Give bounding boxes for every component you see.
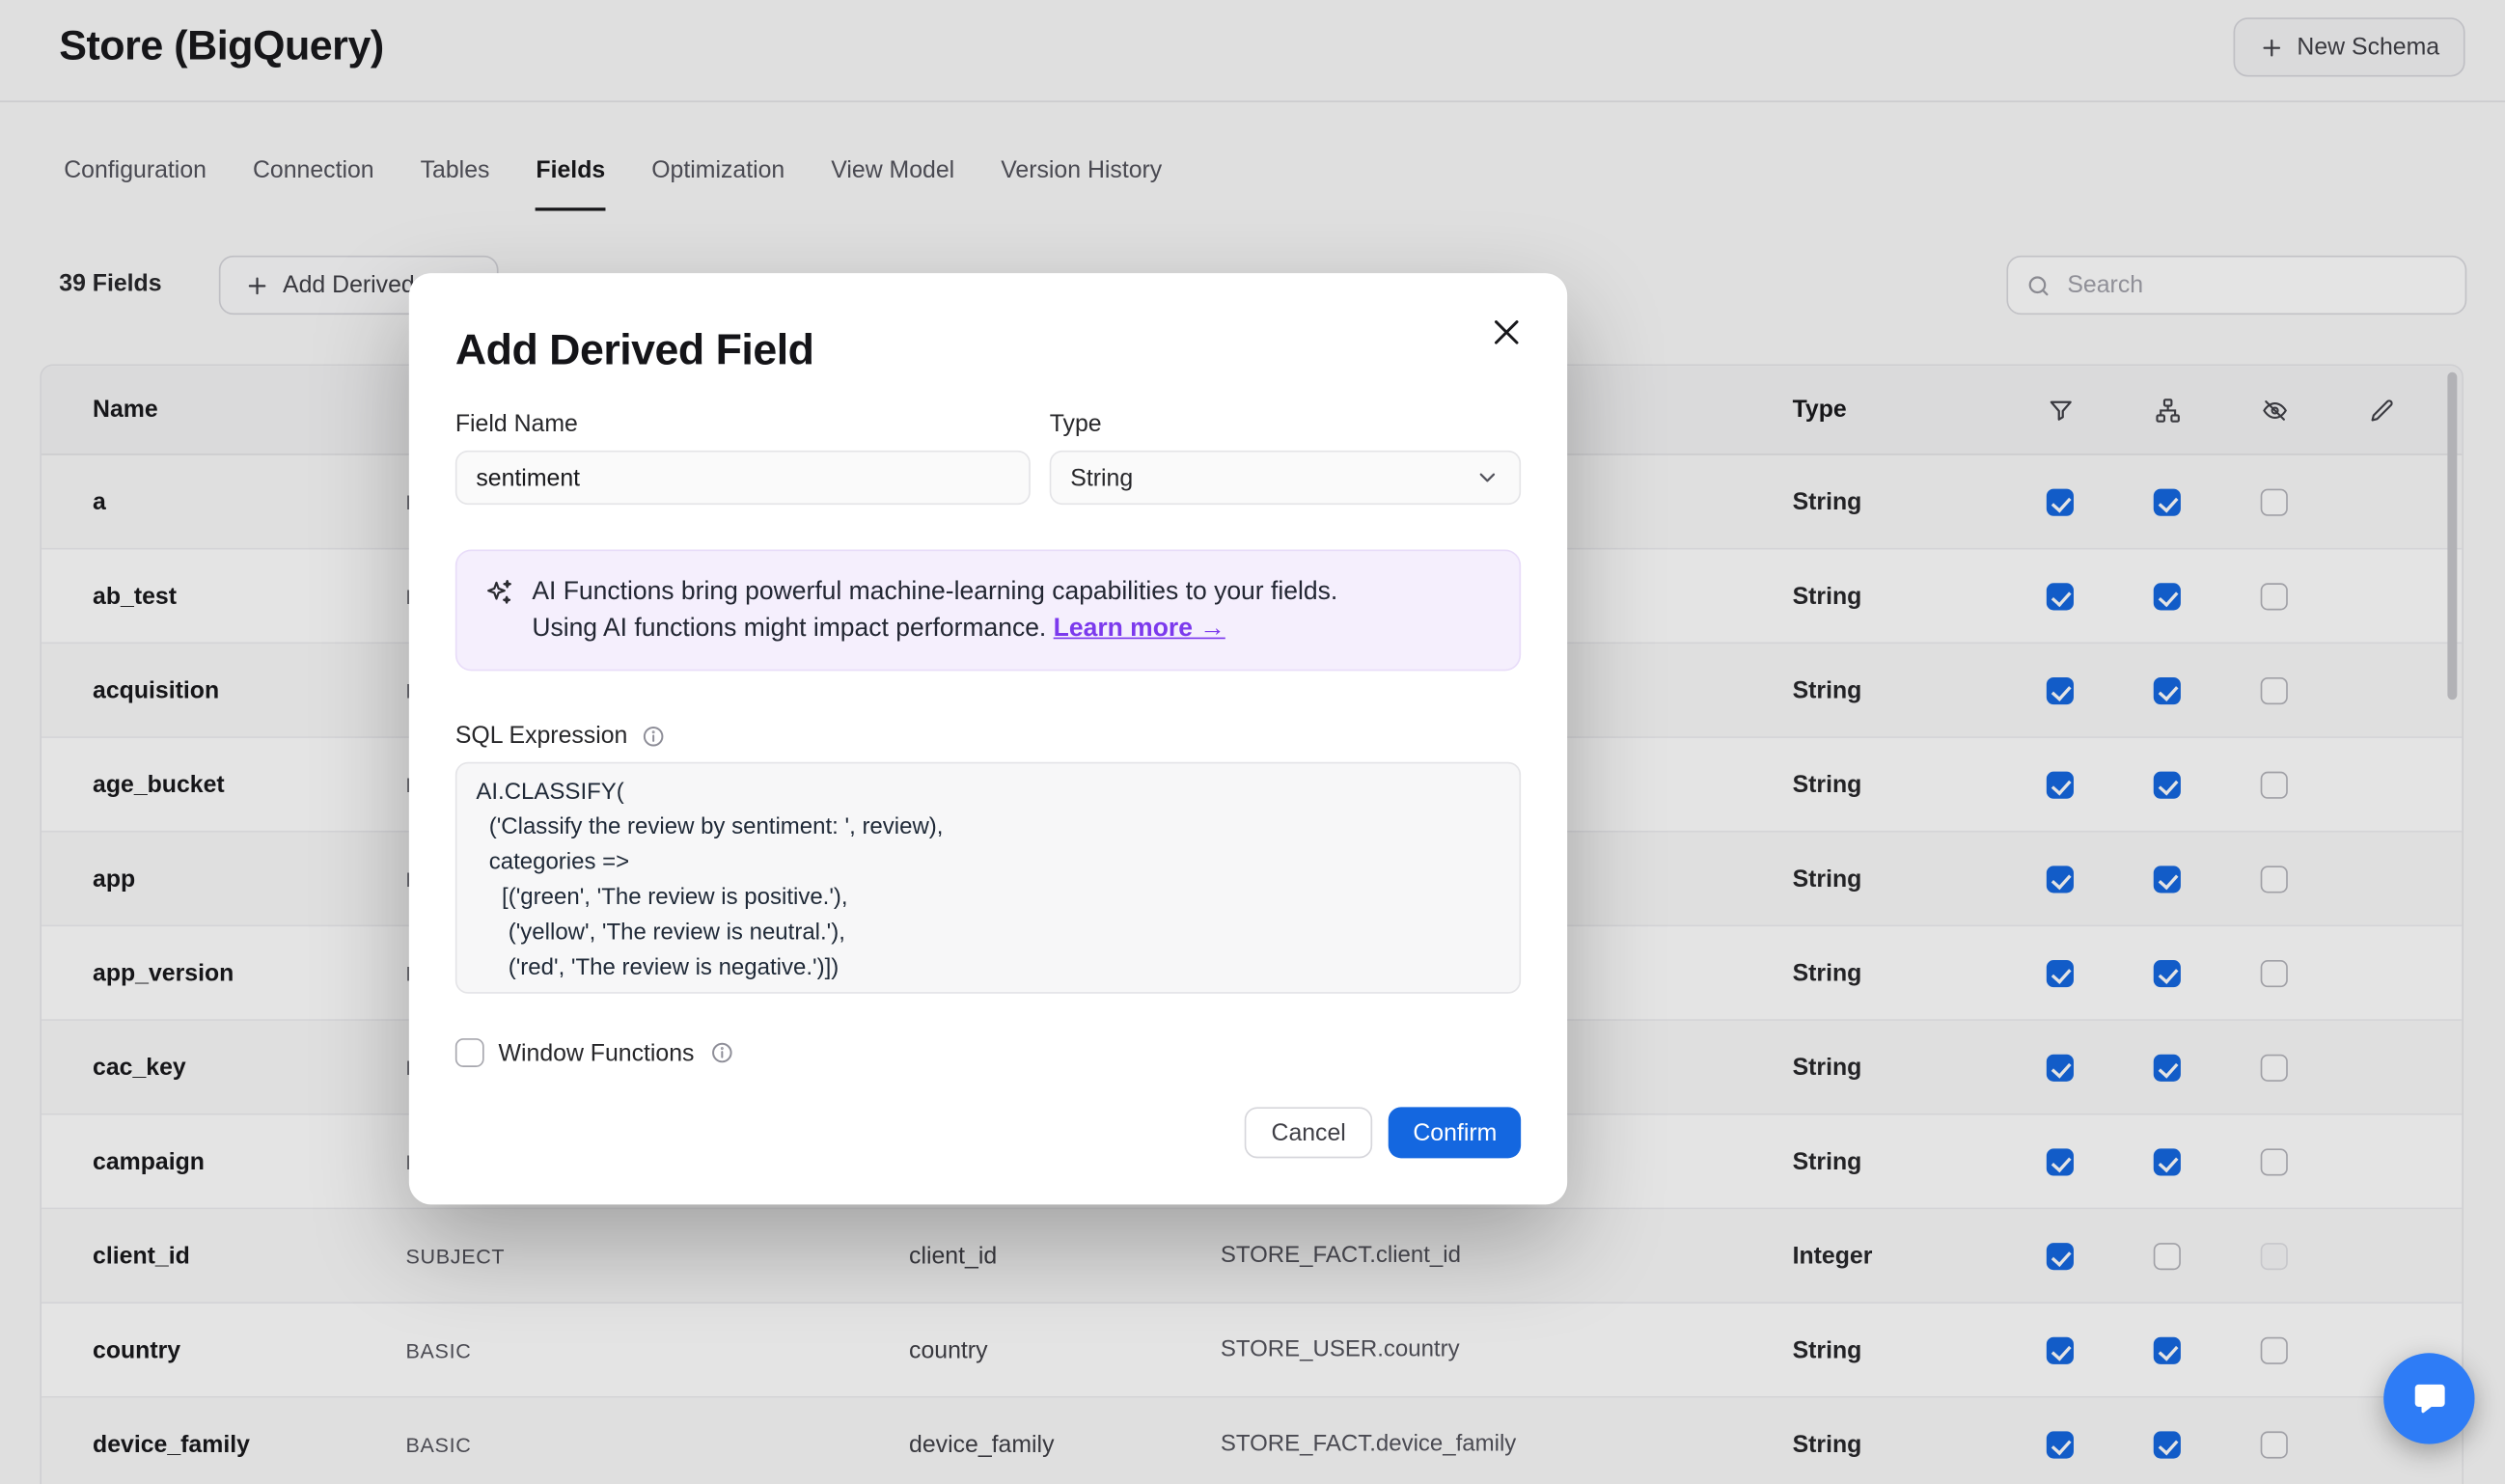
modal-footer: Cancel Confirm	[455, 1107, 1521, 1158]
learn-more-link[interactable]: Learn more →	[1054, 615, 1225, 642]
ai-banner-line2: Using AI functions might impact performa…	[532, 615, 1046, 642]
window-functions-label: Window Functions	[499, 1039, 695, 1066]
modal-title: Add Derived Field	[455, 321, 1521, 379]
confirm-button[interactable]: Confirm	[1390, 1107, 1522, 1158]
close-icon	[1487, 313, 1526, 351]
sql-expression-editor[interactable]: AI.CLASSIFY( ('Classify the review by se…	[455, 762, 1521, 994]
info-circle-icon	[708, 1040, 733, 1065]
type-select-value: String	[1070, 464, 1133, 491]
cancel-button[interactable]: Cancel	[1244, 1107, 1373, 1158]
type-select[interactable]: String	[1050, 451, 1521, 505]
sql-expression-text: AI.CLASSIFY( ('Classify the review by se…	[476, 775, 1500, 986]
window-functions-row: Window Functions	[455, 1038, 1521, 1067]
chevron-down-icon	[1474, 465, 1500, 490]
modal-form-row: Field Name Type String	[455, 410, 1521, 505]
type-label: Type	[1050, 410, 1521, 437]
add-derived-field-modal: Add Derived Field Field Name Type String…	[409, 273, 1567, 1204]
info-circle-icon	[641, 723, 666, 748]
modal-close-button[interactable]	[1487, 313, 1526, 351]
ai-banner-text: AI Functions bring powerful machine-lear…	[532, 573, 1337, 646]
window-functions-checkbox[interactable]	[455, 1038, 484, 1067]
field-name-input[interactable]	[455, 451, 1031, 505]
field-name-group: Field Name	[455, 410, 1031, 505]
app-viewport: Store (BigQuery) New Schema Configuratio…	[0, 0, 2505, 1484]
sql-expression-label: SQL Expression	[455, 722, 628, 749]
ai-banner-line1: AI Functions bring powerful machine-lear…	[532, 578, 1337, 605]
type-group: Type String	[1050, 410, 1521, 505]
chat-bubble-icon	[2407, 1376, 2451, 1420]
sql-expression-label-row: SQL Expression	[455, 722, 1521, 749]
field-name-label: Field Name	[455, 410, 1031, 437]
ai-functions-banner: AI Functions bring powerful machine-lear…	[455, 550, 1521, 672]
chat-widget-button[interactable]	[2383, 1353, 2474, 1443]
ai-sparkles-icon	[482, 577, 514, 609]
